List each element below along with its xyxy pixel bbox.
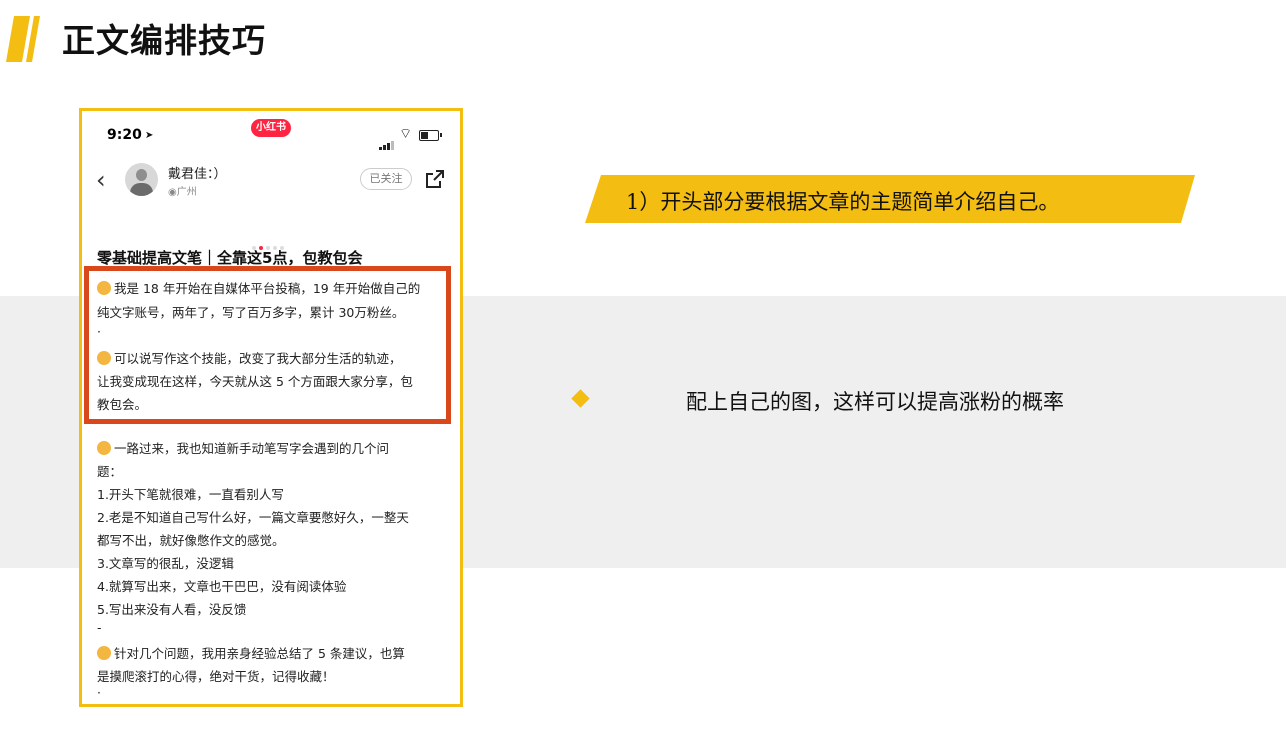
post-line: - [97,620,102,635]
app-badge: 小红书 [251,119,291,137]
post-line: 让我变成现在这样，今天就从这 5 个方面跟大家分享，包 [97,374,413,389]
share-icon[interactable] [425,169,445,189]
emoji-icon [97,281,111,295]
emoji-icon [97,646,111,660]
post-line: 纯文字账号，两年了，写了百万多字，累计 30万粉丝。 [97,305,405,320]
battery-cap [440,133,442,137]
post-line: 是摸爬滚打的心得，绝对干货，记得收藏！ [97,669,335,684]
post-line: 题： [97,464,123,479]
post-line: · [97,324,101,339]
post-line: 5.写出来没有人看，没反馈 [97,602,247,617]
post-line: 可以说写作这个技能，改变了我大部分生活的轨迹， [97,348,402,367]
post-line: 我是 18 年开始在自媒体平台投稿，19 年开始做自己的 [97,278,420,297]
point-text: 配上自己的图，这样可以提高涨粉的概率 [686,390,1064,414]
emoji-icon [97,441,111,455]
post-line: 3.文章写的很乱，没逻辑 [97,556,234,571]
post-title: 零基础提高文笔｜全靠这5点，包教包会 [97,249,363,267]
avatar[interactable] [125,163,158,196]
user-location-text: 广州 [176,187,197,198]
user-location: ◉广州 [168,187,197,198]
post-header: ‹ 戴君佳：） ◉广州 已关注 [82,157,460,205]
post-line: 4.就算写出来，文章也干巴巴，没有阅读体验 [97,579,347,594]
back-chevron-icon[interactable]: ‹ [96,166,106,194]
follow-button[interactable]: 已关注 [360,168,412,190]
banner-text: 1）开头部分要根据文章的主题简单介绍自己。 [626,190,1060,214]
wifi-icon: ⌔ [399,126,413,142]
post-line: · [97,685,101,700]
post-line: 针对几个问题，我用亲身经验总结了 5 条建议，也算 [97,643,405,662]
signal-icon [379,131,395,150]
battery-icon [419,130,439,141]
post-line: 教包会。 [97,397,148,412]
emoji-icon [97,351,111,365]
page-title: 正文编排技巧 [62,21,266,60]
status-time: 9:20 [107,127,142,143]
post-line: 2.老是不知道自己写什么好，一篇文章要憋好久，一整天 [97,510,409,525]
username[interactable]: 戴君佳：） [168,163,227,182]
post-line: 都写不出，就好像憋作文的感觉。 [97,533,285,548]
title-accent-icon [6,16,40,62]
post-line: 1.开头下笔就很难，一直看别人写 [97,487,284,502]
post-line: 一路过来，我也知道新手动笔写字会遇到的几个问 [97,438,389,457]
status-bar: 9:20 ➤ 小红书 ⌔ [82,111,460,157]
phone-screenshot: 9:20 ➤ 小红书 ⌔ ‹ 戴君佳：） ◉广州 已关注 零基础提高文笔｜全靠这… [79,108,463,707]
location-arrow-icon: ➤ [145,130,154,141]
